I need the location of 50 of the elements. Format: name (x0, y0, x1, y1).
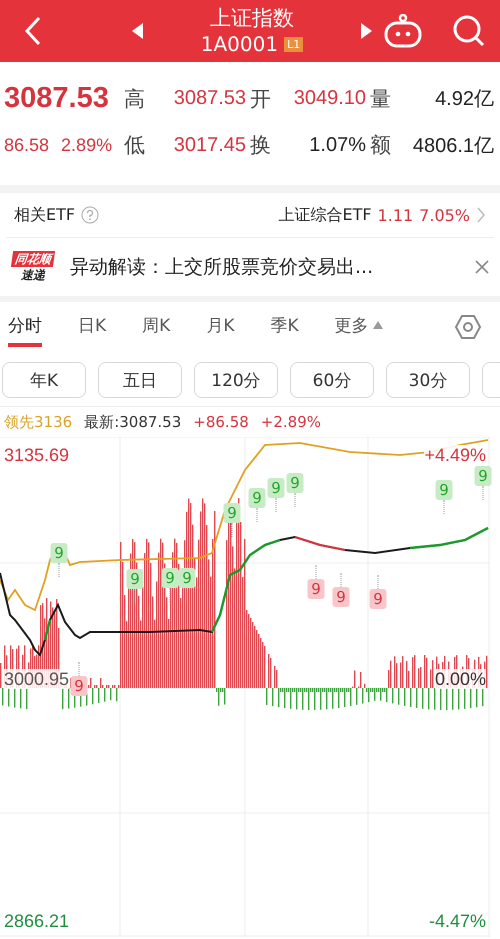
index-code: 1A0001 (200, 32, 278, 56)
news-source-logo: 同花顺 速递 (10, 251, 56, 283)
chart-tab[interactable]: 周K (142, 314, 170, 346)
index-title: 上证指数 (210, 6, 294, 30)
stat-value: 4806.1亿 (412, 134, 495, 158)
previous-button[interactable] (132, 23, 144, 39)
robot-icon[interactable] (384, 14, 422, 48)
help-icon[interactable] (81, 206, 100, 224)
axis-mid-percent: 0.00% (434, 669, 486, 689)
etf-name[interactable]: 上证综合ETF (278, 204, 372, 226)
period-button[interactable]: 120分 (194, 362, 278, 398)
stat-label: 量 (370, 86, 392, 112)
settings-icon[interactable] (454, 313, 482, 341)
chart-tab[interactable]: 季K (270, 314, 299, 346)
level-badge: L1 (284, 36, 304, 52)
latest-price: 最新:3087.53 (84, 412, 182, 432)
period-button[interactable]: 30分 (386, 362, 470, 398)
current-price: 3087.53 (4, 82, 110, 115)
stat-label: 额 (370, 132, 392, 159)
stat-value: 3049.10 (292, 87, 367, 110)
etf-change: 7.05% (419, 206, 470, 224)
stat-value: 1.07% (308, 134, 367, 156)
stat-label: 换 (250, 132, 272, 159)
stat-value: 3087.53 (172, 87, 247, 110)
chart-tab[interactable]: 分时 (8, 314, 42, 346)
latest-change-percent: +2.89% (260, 413, 322, 431)
period-button[interactable]: 五日 (98, 362, 182, 398)
stat-label: 低 (124, 132, 146, 159)
chart-tab[interactable]: 更多 (334, 314, 384, 346)
news-headline[interactable]: 异动解读：上交所股票竞价交易出... (70, 254, 460, 280)
next-button[interactable] (360, 23, 372, 39)
stat-value: 4.92亿 (434, 87, 495, 112)
period-button[interactable]: 60分 (290, 362, 374, 398)
period-button[interactable]: 年K (2, 362, 86, 398)
leader-value: 领先3136 (4, 412, 72, 432)
etf-price: 1.11 (378, 206, 414, 224)
stat-label: 高 (124, 86, 146, 112)
triangle-up-icon (372, 320, 384, 330)
back-button[interactable] (24, 16, 42, 46)
latest-change: +86.58 (193, 413, 249, 431)
axis-mid-price: 3000.95 (4, 669, 70, 689)
stat-value: 3017.45 (172, 134, 247, 156)
stat-label: 开 (250, 86, 272, 112)
change-percent: 2.89% (61, 134, 112, 156)
price-change: 86.58 (4, 134, 50, 156)
chart-tab[interactable]: 日K (78, 314, 106, 346)
etf-label: 相关ETF (14, 204, 76, 226)
close-icon[interactable] (474, 259, 490, 275)
search-icon[interactable] (452, 14, 486, 48)
chart-tab[interactable]: 月K (206, 314, 234, 346)
